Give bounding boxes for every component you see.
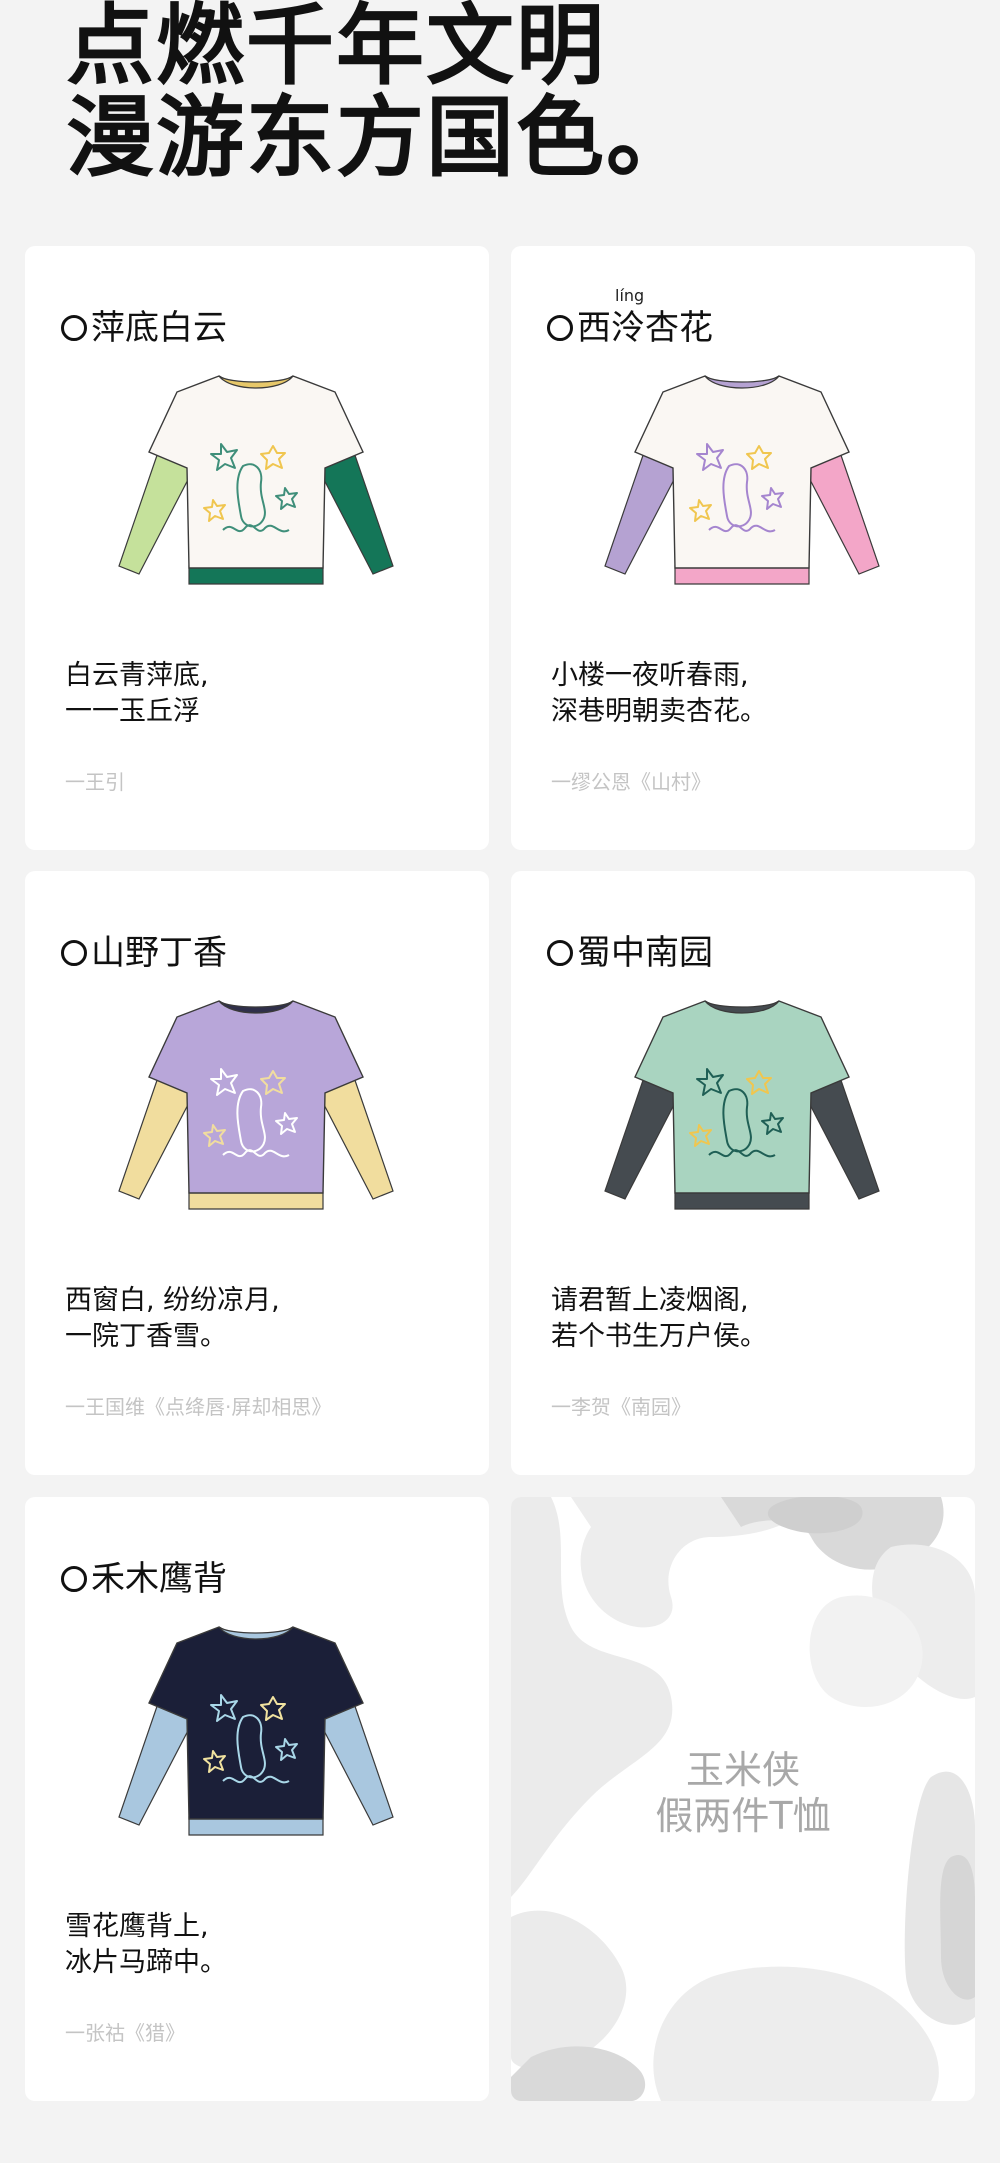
headline: 点燃千年文明 漫游东方国色。 bbox=[66, 0, 696, 184]
tshirt-image bbox=[118, 1626, 394, 1836]
product-card-2[interactable]: líng 西泠杏花 小楼一夜听春雨, 深巷明朝卖杏花。 一缪公恩《山村》 bbox=[511, 246, 975, 850]
poem-line-1: 西窗白, 纷纷凉月, bbox=[65, 1285, 280, 1316]
card-title: 西泠杏花 bbox=[547, 308, 713, 348]
card-title: 萍底白云 bbox=[61, 308, 227, 348]
circle-icon bbox=[61, 940, 87, 966]
tshirt-image bbox=[118, 375, 394, 585]
card-title-text: 山野丁香 bbox=[91, 933, 227, 973]
poem: 西窗白, 纷纷凉月, 一院丁香雪。 bbox=[65, 1283, 280, 1355]
poem-line-2: 一一玉丘浮 bbox=[65, 696, 200, 727]
product-card-1[interactable]: 萍底白云 白云青萍底, 一一玉丘浮 一王引 bbox=[25, 246, 489, 850]
tshirt-image bbox=[604, 375, 880, 585]
product-card-5[interactable]: 禾木鹰背 雪花鹰背上, 冰片马蹄中。 一张祜《猎》 bbox=[25, 1497, 489, 2101]
card-title-text: 禾木鹰背 bbox=[91, 1559, 227, 1599]
poem-line-1: 请君暂上凌烟阁, bbox=[551, 1285, 749, 1316]
poem-line-2: 深巷明朝卖杏花。 bbox=[551, 696, 767, 727]
poem: 雪花鹰背上, 冰片马蹄中。 bbox=[65, 1909, 227, 1981]
pinyin-annotation: líng bbox=[615, 286, 645, 305]
card-title: 山野丁香 bbox=[61, 933, 227, 973]
poem-source: 一王引 bbox=[65, 770, 125, 794]
card-title-text: 蜀中南园 bbox=[577, 933, 713, 973]
poem-source: 一李贺《南园》 bbox=[551, 1395, 691, 1419]
poem-source: 一张祜《猎》 bbox=[65, 2021, 185, 2045]
product-card-4[interactable]: 蜀中南园 请君暂上凌烟阁, 若个书生万户侯。 一李贺《南园》 bbox=[511, 871, 975, 1475]
poem-source: 一王国维《点绛唇·屏却相思》 bbox=[65, 1395, 332, 1419]
promo-card[interactable]: 玉米侠 假两件T恤 bbox=[511, 1497, 975, 2101]
poem-line-1: 白云青萍底, bbox=[65, 660, 209, 691]
promo-line-1: 玉米侠 bbox=[685, 1748, 800, 1792]
headline-line-1: 点燃千年文明 bbox=[66, 0, 607, 97]
poem: 小楼一夜听春雨, 深巷明朝卖杏花。 bbox=[551, 658, 767, 730]
poem-line-2: 冰片马蹄中。 bbox=[65, 1947, 227, 1978]
poem-source: 一缪公恩《山村》 bbox=[551, 770, 711, 794]
circle-icon bbox=[61, 1566, 87, 1592]
poem-line-2: 一院丁香雪。 bbox=[65, 1321, 227, 1352]
poem-line-1: 雪花鹰背上, bbox=[65, 1911, 209, 1942]
tshirt-image bbox=[604, 1000, 880, 1210]
card-title-text: 西泠杏花 bbox=[577, 308, 713, 348]
poem-line-2: 若个书生万户侯。 bbox=[551, 1321, 767, 1352]
circle-icon bbox=[547, 315, 573, 341]
product-card-3[interactable]: 山野丁香 西窗白, 纷纷凉月, 一院丁香雪。 一王国维《点绛唇·屏却相思》 bbox=[25, 871, 489, 1475]
tshirt-image bbox=[118, 1000, 394, 1210]
card-title: 禾木鹰背 bbox=[61, 1559, 227, 1599]
promo-line-2: 假两件T恤 bbox=[655, 1794, 831, 1838]
card-title-text: 萍底白云 bbox=[91, 308, 227, 348]
poem: 请君暂上凌烟阁, 若个书生万户侯。 bbox=[551, 1283, 767, 1355]
poem: 白云青萍底, 一一玉丘浮 bbox=[65, 658, 209, 730]
poem-line-1: 小楼一夜听春雨, bbox=[551, 660, 749, 691]
headline-line-2: 漫游东方国色。 bbox=[66, 86, 697, 189]
card-title: 蜀中南园 bbox=[547, 933, 713, 973]
circle-icon bbox=[61, 315, 87, 341]
promo-text: 玉米侠 假两件T恤 bbox=[511, 1747, 975, 1839]
circle-icon bbox=[547, 940, 573, 966]
